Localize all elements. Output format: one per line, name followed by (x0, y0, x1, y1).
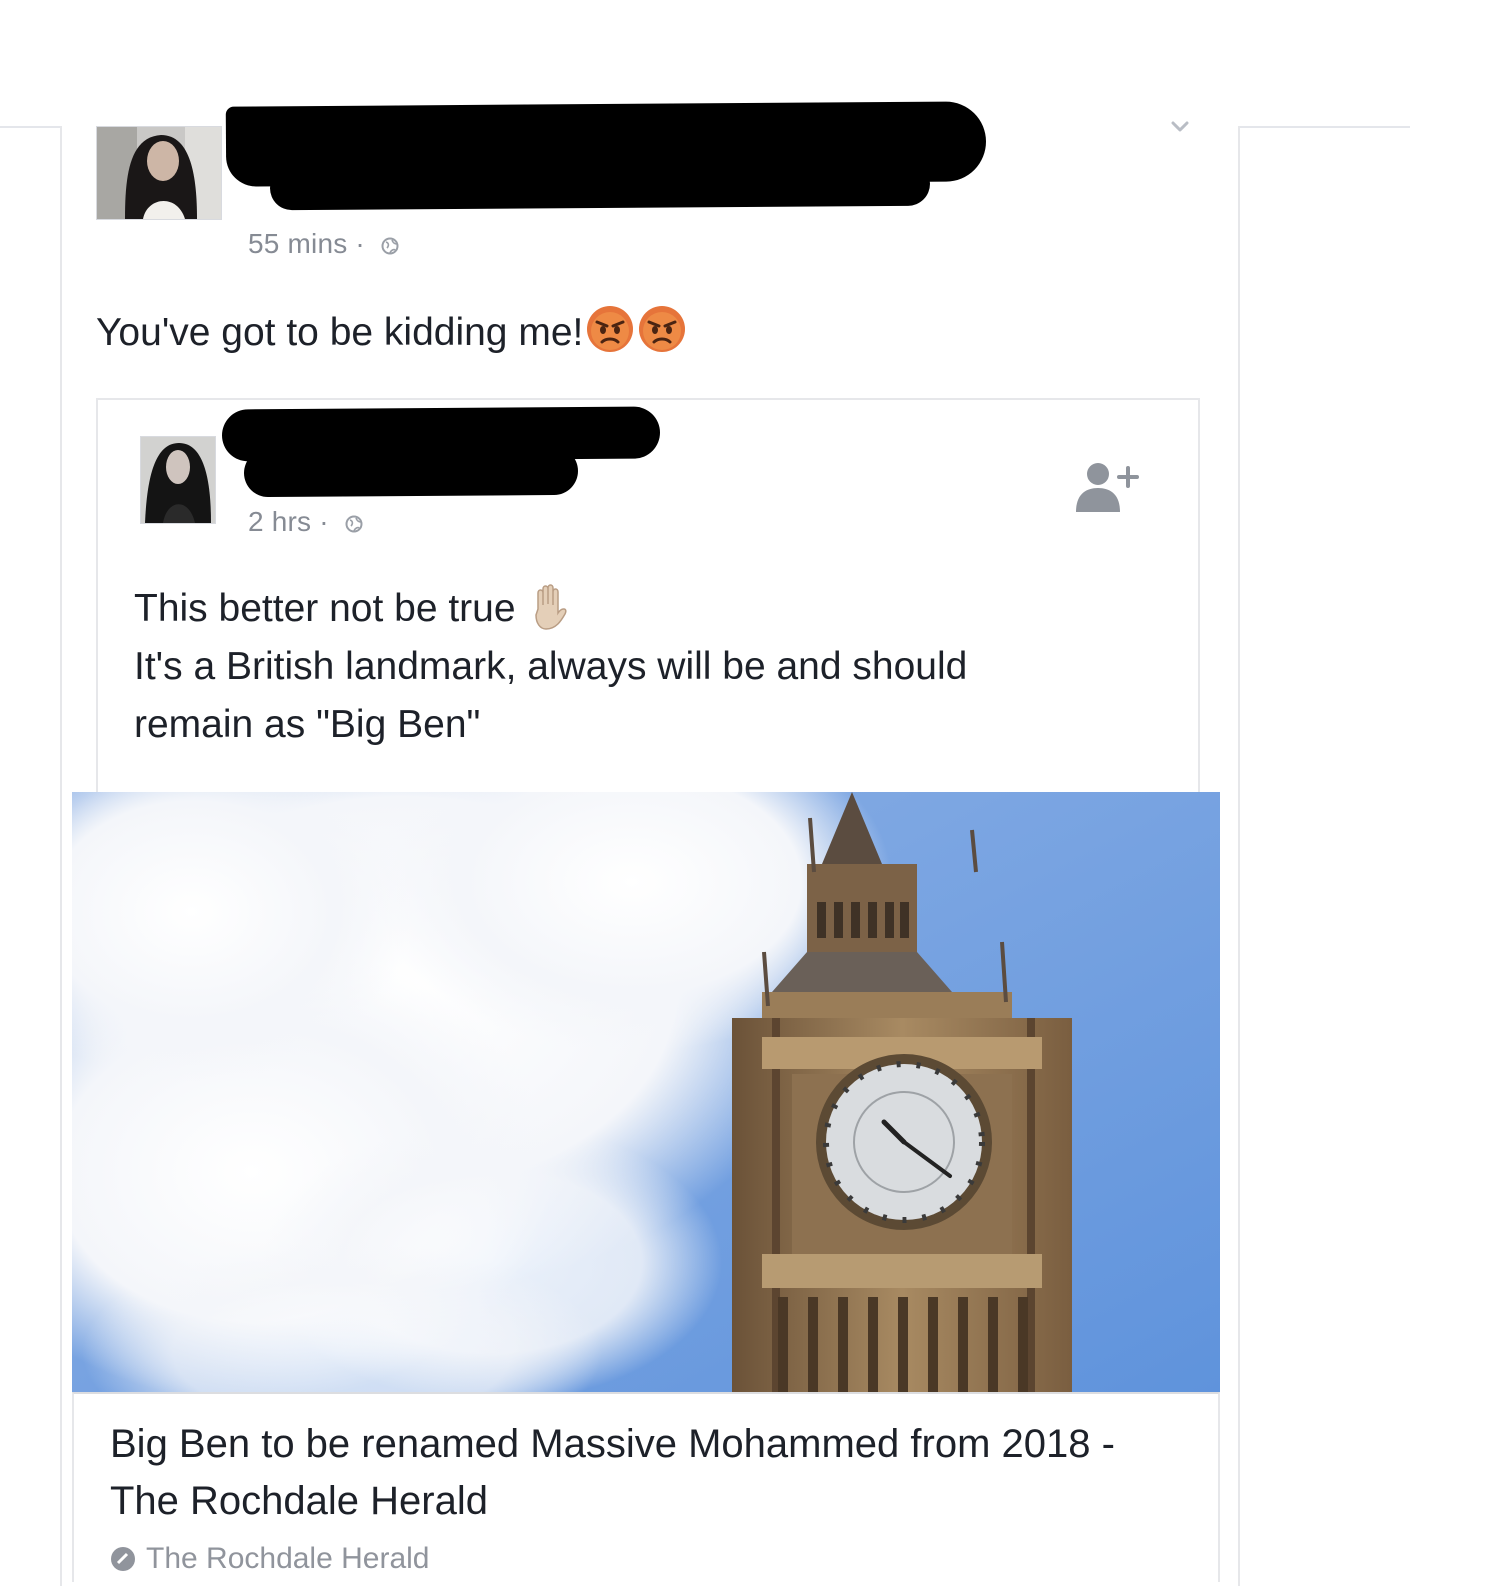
globe-icon (381, 237, 399, 255)
profile-photo (97, 127, 221, 219)
link-source: The Rochdale Herald (110, 1542, 430, 1576)
angry-face-icon (639, 306, 686, 352)
redacted-shared-name-extra (243, 446, 579, 498)
post-message: You've got to be kidding me! (96, 311, 584, 354)
meta-separator: · (311, 506, 337, 537)
add-friend-icon[interactable] (1070, 456, 1144, 518)
chevron-down-icon[interactable] (1170, 118, 1190, 136)
link-source-name: The Rochdale Herald (146, 1542, 430, 1575)
source-logo-icon (111, 1547, 135, 1571)
globe-icon (345, 515, 363, 533)
shared-post-text: This better not be true It's a British l… (134, 580, 967, 754)
link-preview-image[interactable] (72, 792, 1220, 1392)
link-title[interactable]: Big Ben to be renamed Massive Mohammed f… (110, 1416, 1170, 1530)
shared-timestamp-text[interactable]: 2 hrs (248, 506, 311, 537)
post-timestamp[interactable]: 55 mins · (248, 228, 399, 260)
big-ben-photo (72, 792, 1220, 1392)
link-preview-card[interactable]: Big Ben to be renamed Massive Mohammed f… (72, 1392, 1220, 1582)
timestamp-text[interactable]: 55 mins (248, 228, 347, 259)
shared-text-line-3: remain as "Big Ben" (134, 703, 481, 746)
shared-text-line-1: This better not be true (134, 580, 967, 638)
redacted-name-extra (269, 161, 931, 211)
shared-text-line-2: It's a British landmark, always will be … (134, 645, 968, 688)
avatar[interactable] (96, 126, 222, 220)
shared-profile-photo (141, 437, 215, 523)
post-text: You've got to be kidding me! (96, 304, 687, 362)
shared-post-timestamp[interactable]: 2 hrs · (248, 506, 363, 538)
meta-separator: · (347, 228, 373, 259)
shared-text-line-1-content: This better not be true (134, 587, 516, 630)
raised-hand-icon (534, 584, 567, 630)
shared-post-avatar[interactable] (140, 436, 216, 524)
angry-face-icon (587, 306, 634, 352)
